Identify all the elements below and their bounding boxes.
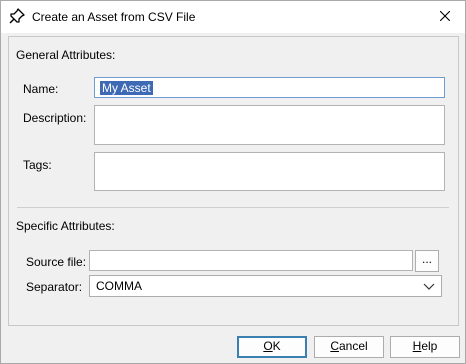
description-field[interactable] [94,105,445,145]
chevron-down-icon [423,281,435,291]
ok-label-rest: K [272,339,281,353]
browse-button[interactable]: ... [415,250,439,272]
ok-button[interactable]: OK [237,336,307,358]
source-file-label: Source file: [26,255,87,269]
cancel-label-rest: ancel [338,339,368,353]
separator-value: COMMA [96,279,142,293]
close-icon [439,10,451,24]
name-label: Name: [23,82,59,96]
separator-label: Separator: [26,280,83,294]
help-button[interactable]: Help [390,336,460,358]
pin-icon [9,8,25,24]
dialog-title: Create an Asset from CSV File [32,10,196,24]
dialog-window: Create an Asset from CSV File General At… [0,0,466,364]
source-file-field[interactable] [89,250,413,271]
help-label-rest: elp [421,339,438,353]
tags-label: Tags: [23,158,52,172]
name-value: My Asset [100,81,153,95]
title-bar[interactable]: Create an Asset from CSV File [1,1,465,33]
specific-attributes-heading: Specific Attributes: [16,219,115,233]
description-label: Description: [23,111,87,125]
cancel-button[interactable]: Cancel [314,336,384,358]
ok-mnemonic: O [263,339,273,353]
close-button[interactable] [431,5,459,29]
tags-field[interactable] [94,152,445,191]
cancel-mnemonic: C [330,339,339,353]
name-field[interactable]: My Asset [94,77,445,98]
section-divider [17,207,449,208]
separator-dropdown[interactable]: COMMA [89,275,442,297]
attributes-panel: General Attributes: Name: My Asset Descr… [8,36,459,326]
general-attributes-heading: General Attributes: [16,48,116,62]
